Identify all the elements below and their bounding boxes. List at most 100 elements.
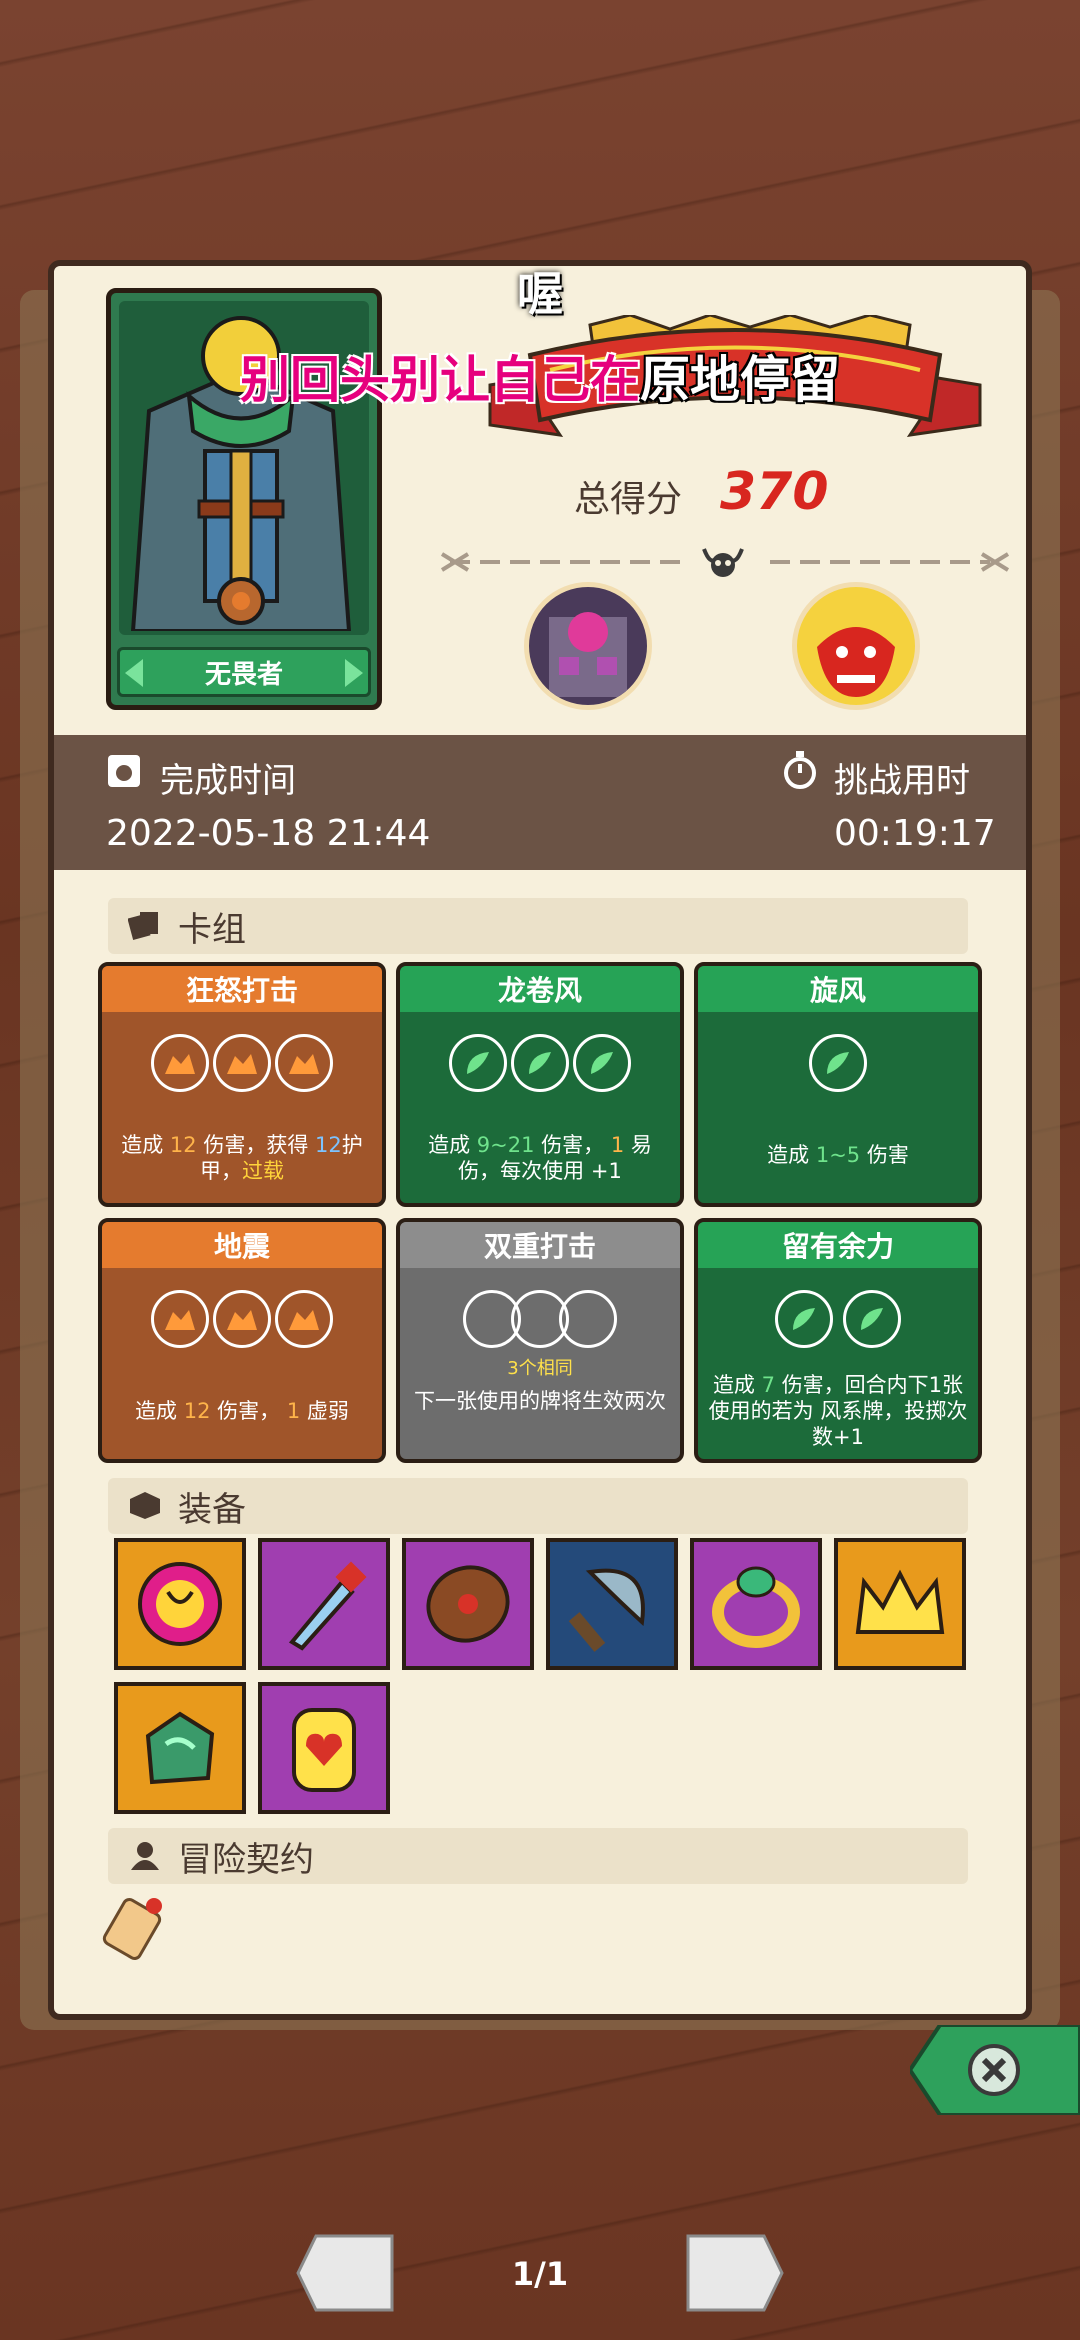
card-text: 造成 <box>712 1373 755 1397</box>
scroll-icon[interactable] <box>98 1888 178 1968</box>
contract-header-label: 冒险契约 <box>178 1839 314 1880</box>
wind-slot-icon <box>809 1034 867 1092</box>
hero-prev-arrow-icon[interactable] <box>125 659 143 687</box>
card-text: 风系牌，投掷次数+1 <box>812 1399 968 1449</box>
card-text: 伤害，获得 <box>203 1133 309 1157</box>
card-keyword: 过载 <box>242 1159 284 1183</box>
card-title: 双重打击 <box>400 1222 680 1268</box>
person-icon <box>131 1842 159 1870</box>
skull-horns-icon <box>702 548 744 577</box>
blade-icon[interactable] <box>546 1538 678 1670</box>
card-armor: 12 <box>315 1133 342 1157</box>
page-indicator: 1/1 <box>511 2255 569 2293</box>
card-condition: 3个相同 <box>507 1358 573 1379</box>
card-text: 造成 <box>135 1399 178 1423</box>
card-dice-slots <box>102 1290 382 1348</box>
rock-slot-icon <box>213 1290 271 1348</box>
card-damage: 9~21 <box>476 1133 535 1157</box>
card-text: 造成 <box>121 1133 164 1157</box>
card-double-strike[interactable]: 双重打击 3个相同 下一张使用的牌将生效两次 <box>396 1218 684 1463</box>
dagger-icon[interactable] <box>258 1538 390 1670</box>
card-title: 地震 <box>102 1222 382 1268</box>
card-dice-slots <box>102 1034 382 1092</box>
subtitle-main: 别回头别让自己在原地停留 <box>0 340 1080 412</box>
ring-icon[interactable] <box>690 1538 822 1670</box>
card-title: 龙卷风 <box>400 966 680 1012</box>
card-dice-slots <box>400 1034 680 1092</box>
subtitle-main-white: 原地停留 <box>640 351 840 409</box>
divider-right <box>770 560 990 564</box>
card-title: 旋风 <box>698 966 978 1012</box>
next-page-button[interactable] <box>684 2232 784 2314</box>
empty-slot-icon <box>559 1290 617 1348</box>
card-description: 造成 9~21 伤害， 1 易伤，每次使用 +1 <box>410 1132 670 1184</box>
card-text: 伤害， <box>217 1399 281 1423</box>
card-dice-slots <box>698 1290 978 1348</box>
wind-slot-icon <box>843 1290 901 1348</box>
card-description: 下一张使用的牌将生效两次 <box>414 1389 666 1413</box>
deck-header: 卡组 <box>108 898 968 954</box>
wind-slot-icon <box>511 1034 569 1092</box>
crown-icon[interactable] <box>834 1538 966 1670</box>
score-value: 370 <box>720 462 829 522</box>
card-title: 狂怒打击 <box>102 966 382 1012</box>
shield-icon[interactable] <box>402 1538 534 1670</box>
card-whirlwind[interactable]: 旋风 造成 1~5 伤害 <box>694 962 982 1207</box>
hero-name: 无畏者 <box>117 647 371 697</box>
sword-left-icon <box>440 552 470 572</box>
card-dice-slots <box>698 1034 978 1092</box>
cards-icon <box>128 912 158 940</box>
card-weak: 1 <box>286 1399 301 1423</box>
emerald-icon[interactable] <box>114 1682 246 1814</box>
hero-next-arrow-icon[interactable] <box>345 659 363 687</box>
card-hold-back[interactable]: 留有余力 造成 7 伤害，回合内下1张使用的若为 风系牌，投掷次数+1 <box>694 1218 982 1463</box>
challenge-time-value: 00:19:17 <box>834 813 996 854</box>
card-text: 造成 <box>428 1133 471 1157</box>
subtitle-main-pink: 别回头别让自己在 <box>240 351 640 409</box>
card-tornado[interactable]: 龙卷风 造成 9~21 伤害， 1 易伤，每次使用 +1 <box>396 962 684 1207</box>
sword-right-icon <box>980 552 1010 572</box>
challenge-time-label: 挑战用时 <box>834 761 970 801</box>
card-rage-strike[interactable]: 狂怒打击 造成 12 伤害，获得 12护甲，过载 <box>98 962 386 1207</box>
card-text: 造成 <box>767 1143 810 1167</box>
card-dice-slots <box>400 1290 680 1348</box>
card-description: 造成 1~5 伤害 <box>708 1142 968 1168</box>
finish-time-value: 2022-05-18 21:44 <box>106 813 431 854</box>
card-vulnerable: 1 <box>610 1133 625 1157</box>
wind-slot-icon <box>573 1034 631 1092</box>
card-damage: 12 <box>183 1399 211 1423</box>
equipment-header: 装备 <box>108 1478 968 1534</box>
rock-slot-icon <box>151 1290 209 1348</box>
deck-header-label: 卡组 <box>178 909 246 950</box>
close-button[interactable] <box>910 2025 1080 2115</box>
info-band: 完成时间 2022-05-18 21:44 挑战用时 00:19:17 <box>54 735 1026 870</box>
card-title: 留有余力 <box>698 1222 978 1268</box>
divider-left <box>450 560 680 564</box>
score-label: 总得分 <box>574 479 683 520</box>
card-earthquake[interactable]: 地震 造成 12 伤害， 1 虚弱 <box>98 1218 386 1463</box>
card-text: 虚弱 <box>306 1399 349 1423</box>
wind-slot-icon <box>775 1290 833 1348</box>
contract-header: 冒险契约 <box>108 1828 968 1884</box>
card-description: 造成 12 伤害， 1 虚弱 <box>112 1398 372 1424</box>
card-description: 造成 7 伤害，回合内下1张使用的若为 风系牌，投掷次数+1 <box>708 1372 968 1450</box>
rock-slot-icon <box>151 1034 209 1092</box>
card-damage: 12 <box>169 1133 197 1157</box>
card-damage: 1~5 <box>815 1143 861 1167</box>
stopwatch-icon <box>784 751 816 789</box>
card-damage: 7 <box>761 1373 775 1397</box>
rock-slot-icon <box>275 1034 333 1092</box>
magic-orb-icon[interactable] <box>114 1538 246 1670</box>
box-icon <box>130 1492 160 1519</box>
prev-page-button[interactable] <box>296 2232 396 2314</box>
calendar-icon <box>108 755 140 787</box>
wind-slot-icon <box>449 1034 507 1092</box>
boss-demon-icon[interactable] <box>792 582 920 710</box>
equipment-header-label: 装备 <box>178 1489 246 1530</box>
card-increment: +1 <box>590 1159 622 1183</box>
heart-stone-icon[interactable] <box>258 1682 390 1814</box>
rock-slot-icon <box>213 1034 271 1092</box>
boss-golem-icon[interactable] <box>524 582 652 710</box>
card-text: 伤害， <box>541 1133 605 1157</box>
subtitle-top: 喔 <box>517 267 563 321</box>
